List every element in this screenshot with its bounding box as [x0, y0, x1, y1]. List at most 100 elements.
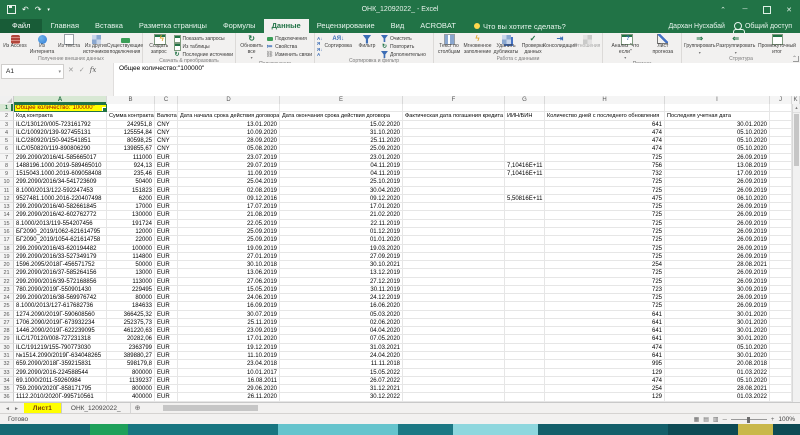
tab-insert[interactable]: Вставка: [87, 19, 131, 33]
cell[interactable]: [403, 104, 505, 112]
cell[interactable]: [155, 104, 178, 112]
cell[interactable]: 30.04.2020: [280, 187, 403, 195]
cell[interactable]: [770, 203, 792, 211]
cell[interactable]: 01.03.2022: [665, 369, 770, 377]
from-access-button[interactable]: Из Access: [2, 34, 28, 50]
text-to-columns-button[interactable]: Текст по столбцам: [436, 34, 462, 55]
cell[interactable]: 299.2090/2016/40-582661845: [14, 203, 107, 211]
cell[interactable]: [505, 344, 545, 352]
cell[interactable]: EUR: [155, 170, 178, 178]
cell[interactable]: EUR: [155, 311, 178, 319]
cell[interactable]: 474: [545, 129, 665, 137]
cell[interactable]: [505, 385, 545, 393]
cell[interactable]: 400000: [107, 393, 155, 401]
cell[interactable]: 05.10.2020: [665, 377, 770, 385]
zoom-in-icon[interactable]: +: [771, 417, 775, 423]
cell[interactable]: [403, 377, 505, 385]
cell[interactable]: [505, 137, 545, 145]
cell[interactable]: 7,10416E+11: [505, 162, 545, 170]
cell[interactable]: 30.01.2020: [665, 335, 770, 343]
cell[interactable]: 725: [545, 203, 665, 211]
cell[interactable]: 299.2090/2016/42-602762772: [14, 211, 107, 219]
cell[interactable]: Количество дней с последнего обновления: [545, 112, 665, 120]
cell[interactable]: 641: [545, 319, 665, 327]
cell[interactable]: [505, 369, 545, 377]
cell[interactable]: [403, 220, 505, 228]
cell[interactable]: 17.01.2020: [178, 335, 280, 343]
cell[interactable]: [770, 302, 792, 310]
cell[interactable]: [403, 393, 505, 401]
cell[interactable]: [107, 104, 155, 112]
cell[interactable]: [403, 145, 505, 153]
cell[interactable]: [403, 253, 505, 261]
cell[interactable]: 26.09.2019: [665, 294, 770, 302]
cell[interactable]: [403, 261, 505, 269]
cell[interactable]: 27.06.2019: [178, 278, 280, 286]
cell[interactable]: 05.10.2020: [665, 137, 770, 145]
cell[interactable]: [505, 286, 545, 294]
cell[interactable]: 13.01.2020: [178, 121, 280, 129]
cell[interactable]: [403, 228, 505, 236]
cell[interactable]: [770, 220, 792, 228]
tab-data[interactable]: Данные: [264, 19, 309, 33]
cell[interactable]: 05.03.2020: [280, 311, 403, 319]
cell[interactable]: Сумма контракта: [107, 112, 155, 120]
cell[interactable]: [770, 369, 792, 377]
cell[interactable]: 924,13: [107, 162, 155, 170]
row-header-7[interactable]: 7: [0, 154, 14, 162]
minimize-icon[interactable]: ─: [734, 0, 756, 19]
cell[interactable]: 22000: [107, 236, 155, 244]
cell[interactable]: 725: [545, 154, 665, 162]
flash-fill-button[interactable]: ϟ Мгновенное заполнение: [463, 34, 492, 55]
row-header-27[interactable]: 27: [0, 319, 14, 327]
cell[interactable]: CNY: [155, 129, 178, 137]
undo-icon[interactable]: ↶: [22, 5, 29, 14]
cell[interactable]: [403, 352, 505, 360]
cell[interactable]: [505, 327, 545, 335]
cell[interactable]: 05.10.2020: [665, 344, 770, 352]
cell[interactable]: 1488196.1000.2019-589465010: [14, 162, 107, 170]
qat-dropdown-icon[interactable]: ▾: [47, 7, 50, 13]
other-sources-button[interactable]: Из других источников: [83, 34, 109, 55]
cell[interactable]: 1515043.1000.2019-609058408: [14, 170, 107, 178]
cell[interactable]: [505, 261, 545, 269]
cell[interactable]: [403, 302, 505, 310]
scroll-up-icon[interactable]: ▲: [793, 104, 800, 113]
cell[interactable]: Общее количество:"100000": [14, 104, 107, 112]
cell[interactable]: [770, 245, 792, 253]
cell[interactable]: ILC/170120/008-727231318: [14, 335, 107, 343]
cell[interactable]: 725: [545, 278, 665, 286]
close-icon[interactable]: ✕: [778, 0, 800, 19]
ungroup-button[interactable]: ⇐ Разгруппировать ▾: [716, 34, 755, 55]
data-validation-button[interactable]: ✓ Проверка данных: [520, 34, 546, 55]
tab-file[interactable]: Файл: [0, 19, 42, 33]
row-header-16[interactable]: 16: [0, 228, 14, 236]
cell[interactable]: 26.09.2019: [665, 302, 770, 310]
cell[interactable]: [505, 269, 545, 277]
cell[interactable]: EUR: [155, 236, 178, 244]
tab-home[interactable]: Главная: [42, 19, 87, 33]
cell[interactable]: 641: [545, 335, 665, 343]
cancel-icon[interactable]: ✕: [68, 66, 74, 74]
cell[interactable]: 725: [545, 220, 665, 228]
what-if-button[interactable]: ? Анализ "что если" ▾: [605, 34, 646, 61]
cell[interactable]: 129: [545, 369, 665, 377]
cell[interactable]: 02.06.2020: [280, 319, 403, 327]
cell[interactable]: [403, 137, 505, 145]
cell[interactable]: 113000: [107, 278, 155, 286]
cell[interactable]: [770, 278, 792, 286]
row-header-26[interactable]: 26: [0, 311, 14, 319]
cell[interactable]: 16.08.2011: [178, 377, 280, 385]
row-header-2[interactable]: 2: [0, 112, 14, 120]
cell[interactable]: 27.12.2019: [280, 278, 403, 286]
zoom-out-icon[interactable]: ─: [723, 417, 727, 423]
cell[interactable]: 299.2090/2016/43-620194482: [14, 245, 107, 253]
cell[interactable]: 725: [545, 211, 665, 219]
cell[interactable]: [770, 385, 792, 393]
cell[interactable]: [770, 352, 792, 360]
maximize-icon[interactable]: [756, 0, 778, 19]
cell[interactable]: EUR: [155, 203, 178, 211]
cell[interactable]: 30.01.2020: [665, 327, 770, 335]
cell[interactable]: 26.09.2019: [665, 178, 770, 186]
cell[interactable]: 2363799: [107, 344, 155, 352]
